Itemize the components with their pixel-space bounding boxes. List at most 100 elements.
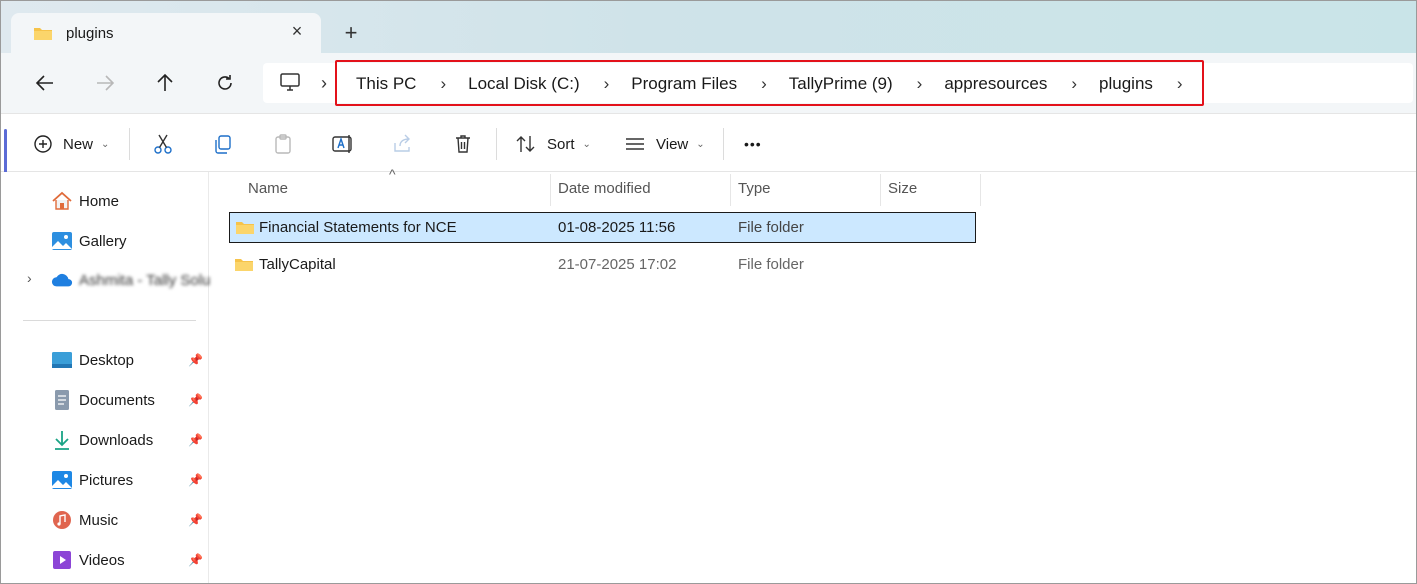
toolbar-divider <box>723 128 724 160</box>
delete-button[interactable] <box>452 132 474 156</box>
refresh-button[interactable] <box>211 69 239 97</box>
refresh-icon <box>218 75 232 90</box>
file-type: File folder <box>738 256 804 273</box>
column-header-date[interactable]: Date modified <box>558 180 651 197</box>
pin-icon[interactable]: 📌 <box>188 553 203 567</box>
breadcrumb-separator[interactable]: › <box>321 73 327 94</box>
toolbar-divider <box>496 128 497 160</box>
breadcrumb-separator[interactable]: › <box>761 74 767 94</box>
folder-icon <box>235 220 255 240</box>
sort-icon <box>516 136 535 152</box>
breadcrumb-separator[interactable]: › <box>1177 74 1183 94</box>
sidebar-item-label: Desktop <box>79 351 135 369</box>
sidebar-item-desktop[interactable]: Desktop <box>51 347 134 373</box>
cut-button[interactable] <box>152 132 174 156</box>
breadcrumb-appresources[interactable]: appresources <box>944 74 1047 94</box>
sort-button[interactable]: Sort ⌄ <box>515 132 591 156</box>
breadcrumb-this-pc[interactable]: This PC <box>356 74 416 94</box>
forward-button[interactable] <box>91 69 119 97</box>
breadcrumb-separator[interactable]: › <box>604 74 610 94</box>
sidebar-item-label: Downloads <box>79 431 154 449</box>
share-button[interactable] <box>392 132 414 156</box>
sidebar-item-label: Pictures <box>79 471 134 489</box>
chevron-down-icon: ⌄ <box>101 138 110 150</box>
share-icon <box>394 134 410 152</box>
breadcrumb-program-files[interactable]: Program Files <box>631 74 737 94</box>
column-divider[interactable] <box>550 174 551 206</box>
chevron-right-icon[interactable]: › <box>27 270 32 286</box>
download-icon <box>51 429 73 451</box>
column-header-name[interactable]: Name <box>248 180 288 197</box>
sidebar-item-onedrive[interactable]: Ashmita - Tally Solu <box>51 267 210 293</box>
folder-icon <box>234 257 254 277</box>
pin-icon[interactable]: 📌 <box>188 353 203 367</box>
sidebar-item-label: Videos <box>79 551 125 569</box>
more-options-button[interactable]: ••• <box>744 132 762 156</box>
new-button[interactable]: New ⌄ <box>33 132 109 156</box>
pin-icon[interactable]: 📌 <box>188 473 203 487</box>
list-view-icon <box>626 138 644 150</box>
column-divider[interactable] <box>730 174 731 206</box>
breadcrumb-separator[interactable]: › <box>440 74 446 94</box>
breadcrumb-local-disk[interactable]: Local Disk (C:) <box>468 74 579 94</box>
cloud-icon <box>51 269 73 291</box>
pin-icon[interactable]: 📌 <box>188 433 203 447</box>
view-button[interactable]: View ⌄ <box>624 132 705 156</box>
sidebar-item-videos[interactable]: Videos <box>51 547 125 573</box>
new-label: New <box>63 135 94 153</box>
monitor-icon <box>279 72 301 97</box>
sidebar-item-label: Music <box>79 511 119 529</box>
sidebar-item-home[interactable]: Home <box>51 188 119 214</box>
sidebar-item-downloads[interactable]: Downloads <box>51 427 153 453</box>
folder-icon <box>33 26 53 46</box>
file-date: 01-08-2025 11:56 <box>558 219 676 236</box>
gallery-icon <box>51 230 73 252</box>
column-header-type[interactable]: Type <box>738 180 771 197</box>
scissors-icon <box>154 134 172 154</box>
breadcrumb-separator[interactable]: › <box>917 74 923 94</box>
column-divider[interactable] <box>880 174 881 206</box>
tab-title: plugins <box>66 25 114 42</box>
sidebar-item-gallery[interactable]: Gallery <box>51 228 127 254</box>
command-bar: New ⌄ Sort ⌄ View ⌄ ••• <box>1 113 1416 172</box>
sidebar-item-pictures[interactable]: Pictures <box>51 467 133 493</box>
arrow-right-icon <box>97 75 115 91</box>
rename-button[interactable] <box>331 132 355 156</box>
arrow-left-icon <box>35 75 53 91</box>
table-row[interactable]: TallyCapital 21-07-2025 17:02 File folde… <box>229 250 976 281</box>
file-name: TallyCapital <box>259 256 336 273</box>
sidebar-item-label: Home <box>79 192 120 210</box>
close-icon[interactable]: × <box>287 21 307 41</box>
column-header-size[interactable]: Size <box>888 180 917 197</box>
sidebar-item-label: Ashmita - Tally Solu <box>79 271 211 289</box>
new-tab-button[interactable]: + <box>339 21 363 45</box>
clipboard-icon <box>275 134 291 154</box>
column-divider[interactable] <box>980 174 981 206</box>
music-icon <box>51 509 73 531</box>
table-row[interactable]: Financial Statements for NCE 01-08-2025 … <box>229 212 976 243</box>
breadcrumb-plugins[interactable]: plugins <box>1099 74 1153 94</box>
trash-icon <box>456 135 470 153</box>
breadcrumb-tallyprime[interactable]: TallyPrime (9) <box>789 74 893 94</box>
toolbar-divider <box>129 128 130 160</box>
sidebar-item-music[interactable]: Music <box>51 507 118 533</box>
pin-icon[interactable]: 📌 <box>188 393 203 407</box>
home-icon <box>51 190 73 212</box>
file-explorer-window: plugins × + › This PC › Local Disk (C:) … <box>0 0 1417 584</box>
sort-label: Sort <box>547 135 575 153</box>
copy-button[interactable] <box>212 132 234 156</box>
breadcrumb-separator[interactable]: › <box>1071 74 1077 94</box>
sidebar-item-label: Documents <box>79 391 155 409</box>
file-date: 21-07-2025 17:02 <box>558 256 677 273</box>
file-list: ^ Name Date modified Type Size Financial… <box>209 166 1416 583</box>
back-button[interactable] <box>31 69 59 97</box>
pin-icon[interactable]: 📌 <box>188 513 203 527</box>
arrow-up-icon <box>157 73 173 91</box>
up-button[interactable] <box>151 69 179 97</box>
tab-plugins[interactable]: plugins × <box>11 13 321 53</box>
paste-button[interactable] <box>272 132 294 156</box>
sidebar-item-documents[interactable]: Documents <box>51 387 155 413</box>
sort-ascending-icon: ^ <box>389 166 396 182</box>
breadcrumb: This PC › Local Disk (C:) › Program File… <box>356 72 1205 96</box>
chevron-down-icon: ⌄ <box>696 138 705 150</box>
